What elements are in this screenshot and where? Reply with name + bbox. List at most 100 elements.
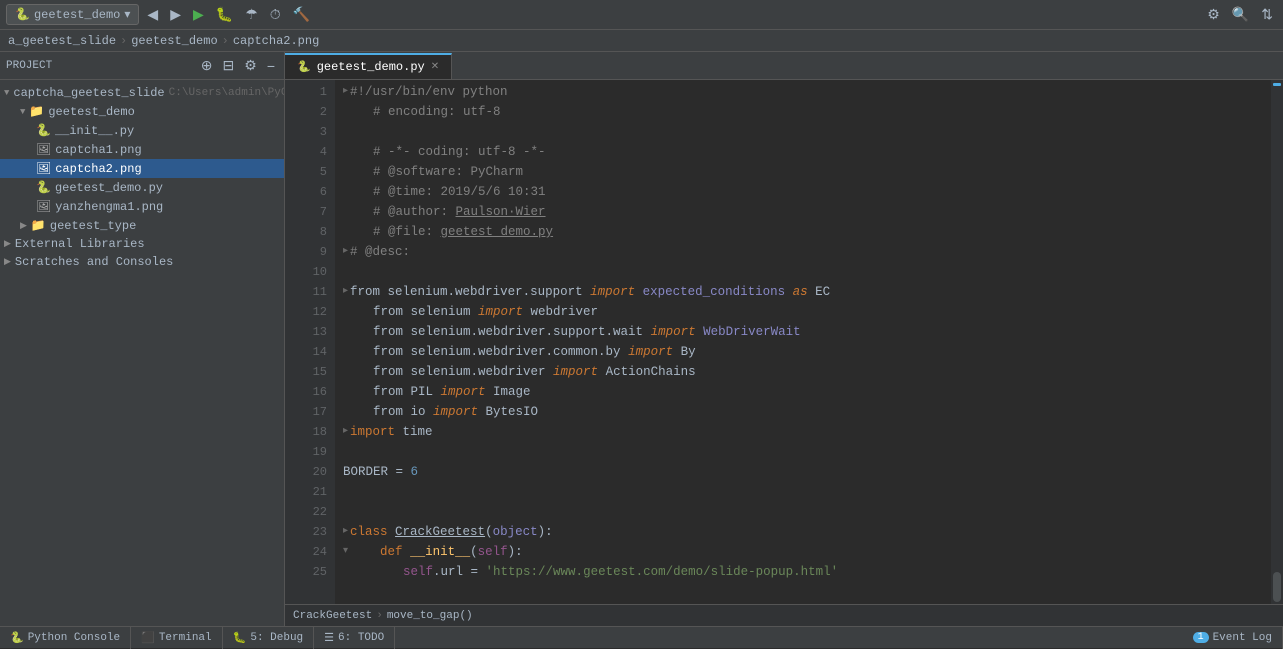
comment-text: # @desc: bbox=[350, 242, 410, 262]
folder-label: Scratches and Consoles bbox=[15, 255, 173, 269]
image-file-icon: 🖼 bbox=[36, 142, 51, 157]
folder-icon: 📁 bbox=[31, 218, 46, 233]
image-file-icon: 🖼 bbox=[36, 161, 51, 176]
collapse-icon[interactable]: ⊟ bbox=[220, 56, 238, 75]
bottom-tab-debug[interactable]: 🐛 5: Debug bbox=[223, 627, 315, 649]
run-button[interactable]: ▶ bbox=[189, 4, 208, 25]
module-name: selenium.webdriver.support bbox=[388, 282, 591, 302]
tab-label: 6: TODO bbox=[338, 632, 384, 644]
import-kw: import bbox=[628, 342, 681, 362]
project-dropdown[interactable]: 🐍 geetest_demo ▾ bbox=[6, 4, 139, 25]
code-content[interactable]: ▸ #!/usr/bin/env python # encoding: utf-… bbox=[335, 80, 1271, 604]
line-num: 5 bbox=[285, 162, 327, 182]
line-num: 1 bbox=[285, 82, 327, 102]
sidebar-item-captcha2[interactable]: 🖼 captcha2.png bbox=[0, 159, 284, 178]
scroll-minimap[interactable] bbox=[1271, 80, 1283, 604]
search-button[interactable]: 🔍 bbox=[1228, 4, 1253, 25]
breadcrumb-sep-1: › bbox=[120, 34, 127, 48]
file-label: geetest_demo.py bbox=[55, 181, 163, 195]
breadcrumb-folder[interactable]: geetest_demo bbox=[131, 34, 217, 48]
vcs-button[interactable]: ⇅ bbox=[1257, 4, 1277, 25]
self-ref: self bbox=[403, 562, 433, 582]
bottom-tab-python-console[interactable]: 🐍 Python Console bbox=[0, 627, 131, 649]
breadcrumb-method: move_to_gap() bbox=[387, 610, 473, 622]
root-label: captcha_geetest_slide bbox=[13, 86, 164, 100]
python-tab-icon: 🐍 bbox=[297, 60, 311, 74]
module-name: io bbox=[411, 402, 434, 422]
fold-icon[interactable]: ▸ bbox=[343, 522, 348, 542]
code-line-1: ▸ #!/usr/bin/env python bbox=[335, 82, 1271, 102]
sidebar-item-external-libs[interactable]: ▶ External Libraries bbox=[0, 235, 284, 253]
sidebar-item-scratches[interactable]: ▶ Scratches and Consoles bbox=[0, 253, 284, 271]
sidebar-item-geetest-type[interactable]: ▶ 📁 geetest_type bbox=[0, 216, 284, 235]
from-kw: from bbox=[343, 322, 411, 342]
paren: ): bbox=[538, 522, 553, 542]
coverage-button[interactable]: ☂ bbox=[241, 4, 262, 25]
breadcrumb-root[interactable]: a_geetest_slide bbox=[8, 34, 116, 48]
comment-text: # @software: PyCharm bbox=[343, 162, 523, 182]
settings-sidebar-icon[interactable]: ⚙ bbox=[241, 56, 260, 75]
minimize-icon[interactable]: − bbox=[264, 57, 278, 75]
tab-close-button[interactable]: ✕ bbox=[431, 61, 439, 73]
line-num: 24 bbox=[285, 542, 327, 562]
breadcrumb-file[interactable]: captcha2.png bbox=[233, 34, 319, 48]
debug-button[interactable]: 🐛 bbox=[212, 4, 237, 25]
imported-name: Image bbox=[493, 382, 531, 402]
line-num: 11 bbox=[285, 282, 327, 302]
shebang-text: #!/usr/bin/env python bbox=[350, 82, 508, 102]
file-label: yanzhengma1.png bbox=[55, 200, 163, 214]
code-line-18: ▸ import time bbox=[335, 422, 1271, 442]
folder-arrow-icon: ▶ bbox=[4, 239, 11, 249]
comment-text: # @time: 2019/5/6 10:31 bbox=[343, 182, 546, 202]
imported-name: BytesIO bbox=[486, 402, 539, 422]
code-line-11: ▸ from selenium.webdriver.support import… bbox=[335, 282, 1271, 302]
line-num: 6 bbox=[285, 182, 327, 202]
number-value: 6 bbox=[411, 462, 419, 482]
profile-button[interactable]: ⏱ bbox=[266, 4, 285, 25]
sidebar-item-init[interactable]: 🐍 __init__.py bbox=[0, 121, 284, 140]
folder-arrow-icon: ▶ bbox=[4, 257, 11, 267]
event-log-tab[interactable]: 1 Event Log bbox=[1183, 627, 1283, 649]
project-name: geetest_demo bbox=[34, 8, 120, 22]
build-button[interactable]: 🔨 bbox=[289, 4, 314, 25]
folder-label: geetest_demo bbox=[48, 105, 134, 119]
code-line-4: # -*- coding: utf-8 -*- bbox=[335, 142, 1271, 162]
from-kw: from bbox=[343, 302, 411, 322]
event-log-badge: 1 bbox=[1193, 632, 1209, 643]
sidebar-item-captcha1[interactable]: 🖼 captcha1.png bbox=[0, 140, 284, 159]
project-icon: 🐍 bbox=[15, 7, 30, 22]
sidebar-header: Project ⊕ ⊟ ⚙ − bbox=[0, 52, 284, 80]
sidebar-item-yanzhengma[interactable]: 🖼 yanzhengma1.png bbox=[0, 197, 284, 216]
add-icon[interactable]: ⊕ bbox=[198, 56, 216, 75]
sidebar-item-geetest-demo[interactable]: ▼ 📁 geetest_demo bbox=[0, 102, 284, 121]
fold-icon[interactable]: ▸ bbox=[343, 242, 348, 262]
tab-geetest-demo[interactable]: 🐍 geetest_demo.py ✕ bbox=[285, 53, 452, 79]
line-num: 9 bbox=[285, 242, 327, 262]
comment-text: # encoding: utf-8 bbox=[343, 102, 501, 122]
back-button[interactable]: ◀ bbox=[143, 4, 162, 25]
import-kw: import bbox=[651, 322, 704, 342]
editor-area: 🐍 geetest_demo.py ✕ 1 2 3 4 5 6 7 8 9 10… bbox=[285, 52, 1283, 626]
main-area: Project ⊕ ⊟ ⚙ − ▼ captcha_geetest_slide … bbox=[0, 52, 1283, 626]
operator: = bbox=[396, 462, 411, 482]
sidebar-item-geetest-demo-py[interactable]: 🐍 geetest_demo.py bbox=[0, 178, 284, 197]
breadcrumb-sep-2: › bbox=[222, 34, 229, 48]
fold-icon[interactable]: ▸ bbox=[343, 422, 348, 442]
scroll-thumb[interactable] bbox=[1273, 572, 1281, 602]
bottom-tab-todo[interactable]: ☰ 6: TODO bbox=[314, 627, 395, 649]
code-line-6: # @time: 2019/5/6 10:31 bbox=[335, 182, 1271, 202]
fold-icon[interactable]: ▸ bbox=[343, 282, 348, 302]
comment-text: # @file: bbox=[343, 222, 441, 242]
bottom-tab-terminal[interactable]: ⬛ Terminal bbox=[131, 627, 223, 649]
line-num: 7 bbox=[285, 202, 327, 222]
root-path: C:\Users\admin\PyCharmP bbox=[169, 87, 284, 99]
debug-icon: 🐛 bbox=[233, 631, 247, 645]
imported-name: ActionChains bbox=[606, 362, 696, 382]
tab-label: Terminal bbox=[159, 632, 212, 644]
forward-button[interactable]: ▶ bbox=[166, 4, 185, 25]
fold-icon[interactable]: ▸ bbox=[343, 82, 348, 102]
fold-icon[interactable]: ▾ bbox=[343, 542, 348, 562]
folder-icon: 📁 bbox=[29, 104, 44, 119]
sidebar-item-root[interactable]: ▼ captcha_geetest_slide C:\Users\admin\P… bbox=[0, 84, 284, 102]
settings-button[interactable]: ⚙ bbox=[1203, 4, 1224, 25]
